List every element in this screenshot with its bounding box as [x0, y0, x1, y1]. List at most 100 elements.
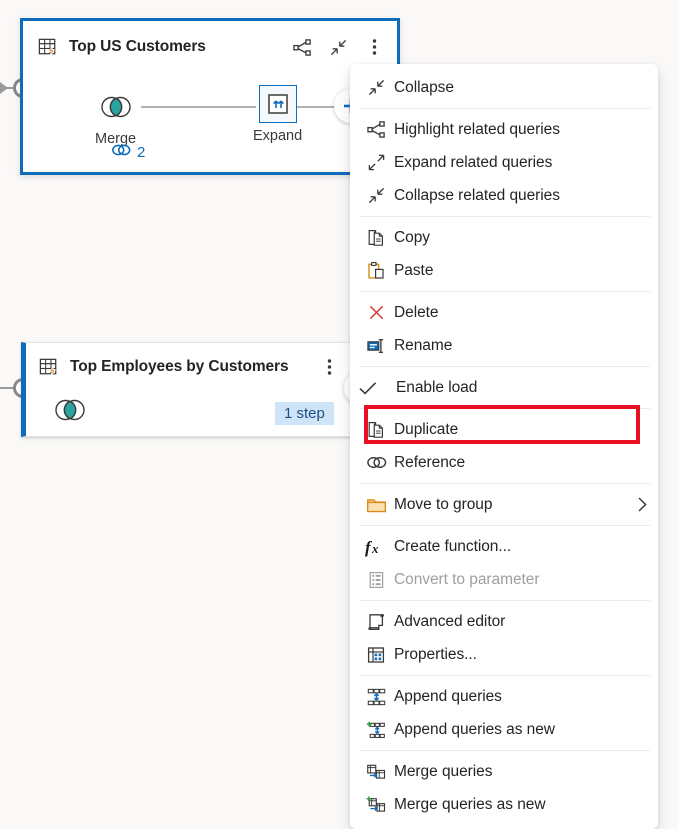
card-header: Top US Customers — [23, 21, 397, 73]
menu-item-label: Enable load — [396, 379, 477, 397]
merge-icon — [97, 88, 135, 126]
chevron-right-icon — [637, 496, 648, 513]
expand-icon — [259, 85, 297, 123]
menu-item-label: Delete — [394, 304, 439, 322]
menu-item-merge-queries-as-new[interactable]: Merge queries as new — [350, 788, 658, 821]
highlight-related-queries-icon — [358, 118, 394, 142]
reference-count-badge[interactable]: 2 — [111, 142, 145, 162]
menu-item-create-function[interactable]: f x Create function... — [350, 530, 658, 563]
reference-link-icon — [111, 142, 131, 162]
menu-item-label: Paste — [394, 262, 433, 280]
merge-queries-as-new-icon — [358, 793, 394, 817]
menu-item-convert-to-parameter: Convert to parameter — [350, 563, 658, 596]
more-options-icon[interactable] — [318, 356, 340, 378]
delete-icon — [358, 301, 394, 325]
menu-item-label: Expand related queries — [394, 154, 552, 172]
menu-separator — [360, 366, 650, 367]
properties-icon — [358, 643, 394, 667]
step-merge[interactable]: Merge — [95, 88, 136, 147]
menu-item-label: Convert to parameter — [394, 571, 539, 589]
paste-icon — [358, 259, 394, 283]
copy-icon — [358, 226, 394, 250]
query-card-top-us-customers[interactable]: Top US Customers — [20, 18, 400, 175]
advanced-editor-icon — [358, 610, 394, 634]
menu-separator — [360, 408, 650, 409]
card-body: 1 step — [26, 391, 352, 437]
highlight-related-queries-icon[interactable] — [291, 36, 313, 58]
reference-count: 2 — [137, 144, 145, 161]
menu-item-label: Highlight related queries — [394, 121, 560, 139]
merge-queries-icon — [358, 760, 394, 784]
diagram-canvas: Top US Customers — [0, 0, 678, 829]
menu-item-label: Duplicate — [394, 421, 458, 439]
convert-to-parameter-icon — [358, 568, 394, 592]
checkmark-icon — [350, 376, 386, 400]
merge-icon — [51, 391, 89, 429]
card-title: Top US Customers — [69, 38, 206, 56]
menu-item-label: Append queries — [394, 688, 502, 706]
menu-item-label: Move to group — [394, 496, 492, 514]
menu-item-move-to-group[interactable]: Move to group — [350, 488, 658, 521]
menu-item-highlight-related-queries[interactable]: Highlight related queries — [350, 113, 658, 146]
menu-separator — [360, 675, 650, 676]
menu-item-append-queries[interactable]: Append queries — [350, 680, 658, 713]
step-label: Expand — [253, 128, 302, 144]
menu-item-expand-related-queries[interactable]: Expand related queries — [350, 146, 658, 179]
collapse-icon — [358, 76, 394, 100]
menu-item-append-queries-as-new[interactable]: Append queries as new — [350, 713, 658, 746]
step-count-badge[interactable]: 1 step — [275, 402, 334, 425]
query-table-icon — [37, 36, 60, 59]
menu-item-enable-load[interactable]: Enable load — [350, 371, 658, 404]
menu-item-collapse[interactable]: Collapse — [350, 71, 658, 104]
expand-related-queries-icon — [358, 151, 394, 175]
menu-separator — [360, 483, 650, 484]
menu-item-label: Copy — [394, 229, 430, 247]
card-header-actions — [318, 356, 340, 378]
create-function-icon: f x — [358, 535, 394, 559]
menu-separator — [360, 216, 650, 217]
collapse-related-queries-icon — [358, 184, 394, 208]
rename-icon — [358, 334, 394, 358]
menu-item-duplicate[interactable]: Duplicate — [350, 413, 658, 446]
step-expand[interactable]: Expand — [253, 85, 302, 144]
menu-item-label: Append queries as new — [394, 721, 555, 739]
menu-separator — [360, 291, 650, 292]
card-header: Top Employees by Customers — [26, 343, 352, 391]
menu-separator — [360, 525, 650, 526]
menu-item-label: Merge queries — [394, 763, 492, 781]
card-title: Top Employees by Customers — [70, 358, 288, 376]
append-queries-as-new-icon — [358, 718, 394, 742]
query-context-menu[interactable]: Collapse Highlight related queries — [350, 64, 658, 829]
menu-separator — [360, 108, 650, 109]
menu-item-label: Properties... — [394, 646, 477, 664]
menu-item-properties[interactable]: Properties... — [350, 638, 658, 671]
menu-item-label: Collapse related queries — [394, 187, 560, 205]
append-queries-icon — [358, 685, 394, 709]
card-header-actions — [291, 36, 385, 58]
menu-separator — [360, 600, 650, 601]
card-body: Merge Expand — [23, 73, 397, 173]
menu-item-label: Collapse — [394, 79, 454, 97]
menu-item-reference[interactable]: Reference — [350, 446, 658, 479]
svg-text:x: x — [371, 541, 379, 556]
step-connector-line — [141, 106, 256, 108]
more-options-icon[interactable] — [363, 36, 385, 58]
menu-item-label: Reference — [394, 454, 465, 472]
duplicate-icon — [358, 418, 394, 442]
query-table-icon — [38, 356, 61, 379]
menu-item-collapse-related-queries[interactable]: Collapse related queries — [350, 179, 658, 212]
menu-item-rename[interactable]: Rename — [350, 329, 658, 362]
step-merge[interactable] — [51, 391, 89, 429]
menu-item-delete[interactable]: Delete — [350, 296, 658, 329]
menu-separator — [360, 750, 650, 751]
menu-item-label: Advanced editor — [394, 613, 505, 631]
menu-item-label: Merge queries as new — [394, 796, 546, 814]
menu-item-advanced-editor[interactable]: Advanced editor — [350, 605, 658, 638]
query-card-top-employees-by-customers[interactable]: Top Employees by Customers — [21, 342, 353, 437]
menu-item-copy[interactable]: Copy — [350, 221, 658, 254]
menu-item-label: Create function... — [394, 538, 511, 556]
menu-item-paste[interactable]: Paste — [350, 254, 658, 287]
menu-item-merge-queries[interactable]: Merge queries — [350, 755, 658, 788]
collapse-icon[interactable] — [327, 36, 349, 58]
folder-icon — [358, 493, 394, 517]
